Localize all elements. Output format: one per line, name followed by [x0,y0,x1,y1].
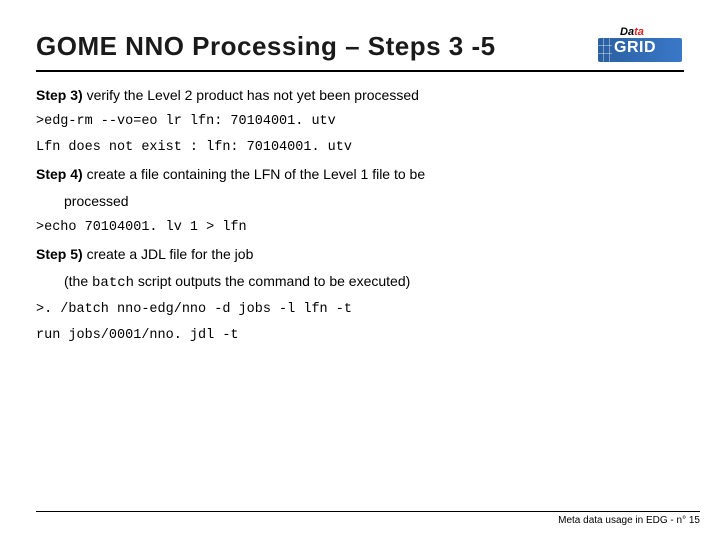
step-5-sub-mono: batch [92,275,134,291]
logo-data-text: Data [620,26,644,38]
step-5-subtext: (the batch script outputs the command to… [64,272,684,293]
slide-body: Step 3) verify the Level 2 product has n… [36,86,684,346]
datagrid-logo: Data GRID [598,28,684,64]
step-5-sub-pre: (the [64,273,92,289]
title-rule [36,70,684,72]
step-5-text: create a JDL file for the job [83,246,254,262]
step-3-text: verify the Level 2 product has not yet b… [83,87,419,103]
step-5-output: run jobs/0001/nno. jdl -t [36,327,684,345]
slide: GOME NNO Processing – Steps 3 -5 Data GR… [0,0,720,540]
step-4-text: create a file containing the LFN of the … [83,166,425,182]
step-3-command: >edg-rm --vo=eo lr lfn: 70104001. utv [36,113,684,131]
step-5-sub-post: script outputs the command to be execute… [134,273,410,289]
step-4-command: >echo 70104001. lv 1 > lfn [36,219,684,237]
step-3-label: Step 3) [36,87,83,103]
slide-footer: Meta data usage in EDG - n° 15 [36,511,700,526]
footer-text: Meta data usage in EDG - n° 15 [558,515,700,526]
step-5-line: Step 5) create a JDL file for the job [36,245,684,264]
step-3-line: Step 3) verify the Level 2 product has n… [36,86,684,105]
step-4-line: Step 4) create a file containing the LFN… [36,165,684,184]
step-4-text-cont: processed [64,192,684,211]
step-5-label: Step 5) [36,246,83,262]
title-row: GOME NNO Processing – Steps 3 -5 Data GR… [36,28,684,64]
step-3-output: Lfn does not exist : lfn: 70104001. utv [36,139,684,157]
page-title: GOME NNO Processing – Steps 3 -5 [36,31,496,62]
logo-grid-text: GRID [614,39,656,57]
step-5-command: >. /batch nno-edg/nno -d jobs -l lfn -t [36,301,684,319]
step-4-label: Step 4) [36,166,83,182]
